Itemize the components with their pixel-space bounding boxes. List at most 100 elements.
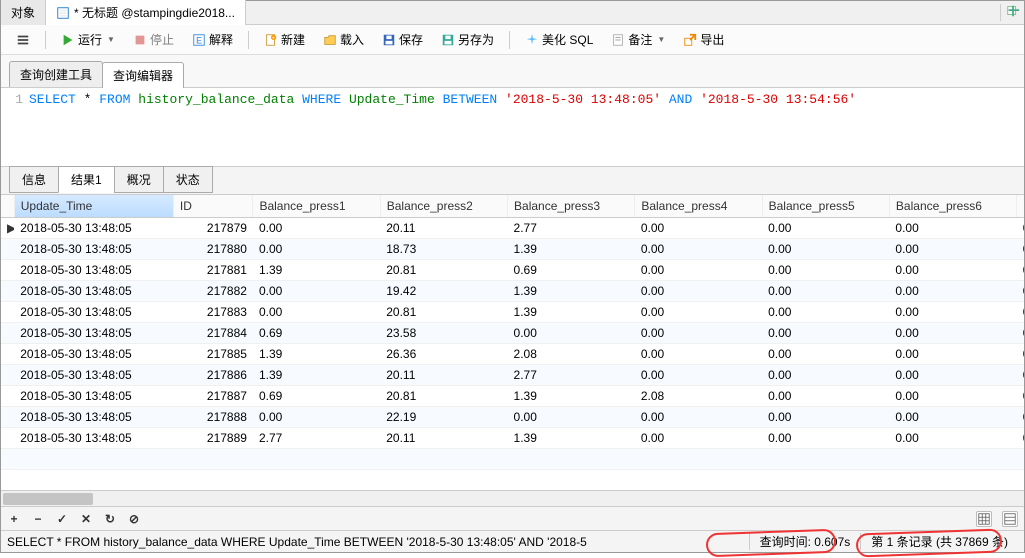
cell[interactable]: 217889 <box>173 428 253 449</box>
cell[interactable]: 2018-05-30 13:48:05 <box>14 218 173 239</box>
cell[interactable]: 0.69 <box>508 260 635 281</box>
cell[interactable]: 2018-05-30 13:48:05 <box>14 260 173 281</box>
subtab-builder[interactable]: 查询创建工具 <box>9 61 103 87</box>
cell[interactable]: 0.00 <box>762 407 889 428</box>
save-button[interactable]: 保存 <box>375 28 430 51</box>
cell[interactable]: 1.39 <box>508 239 635 260</box>
table-row[interactable]: 2018-05-30 13:48:052178861.3920.112.770.… <box>1 365 1024 386</box>
cell[interactable]: 217881 <box>173 260 253 281</box>
cell[interactable]: 1.39 <box>253 260 380 281</box>
cell[interactable]: 0.00 <box>1017 407 1024 428</box>
col-Balance_press6[interactable]: Balance_press6 <box>889 195 1016 218</box>
notes-button[interactable]: 备注 ▼ <box>604 28 672 51</box>
cell[interactable]: 20.81 <box>380 386 507 407</box>
cell[interactable]: 1.39 <box>508 428 635 449</box>
cell[interactable]: 0.00 <box>1017 344 1024 365</box>
cell[interactable]: 0.00 <box>1017 386 1024 407</box>
cell[interactable]: 2018-05-30 13:48:05 <box>14 344 173 365</box>
table-row[interactable]: 2018-05-30 13:48:052178811.3920.810.690.… <box>1 260 1024 281</box>
cell[interactable]: 22.19 <box>380 407 507 428</box>
cell[interactable]: 1.39 <box>253 365 380 386</box>
cell[interactable]: 0.00 <box>635 365 762 386</box>
cell[interactable]: 0.00 <box>253 239 380 260</box>
cell[interactable]: 20.11 <box>380 428 507 449</box>
cell[interactable]: 1.39 <box>253 344 380 365</box>
cell[interactable]: 217887 <box>173 386 253 407</box>
cell[interactable]: 217885 <box>173 344 253 365</box>
cell[interactable]: 0.00 <box>508 323 635 344</box>
beautify-button[interactable]: 美化 SQL <box>518 28 600 51</box>
cell[interactable]: 20.11 <box>380 365 507 386</box>
run-button[interactable]: 运行 ▼ <box>54 28 122 51</box>
cell[interactable]: 2018-05-30 13:48:05 <box>14 407 173 428</box>
cell[interactable]: 217886 <box>173 365 253 386</box>
table-row[interactable]: 2018-05-30 13:48:052178830.0020.811.390.… <box>1 302 1024 323</box>
cell[interactable]: 0.00 <box>635 260 762 281</box>
load-button[interactable]: 载入 <box>316 28 371 51</box>
cell[interactable]: 0.00 <box>762 386 889 407</box>
cell[interactable]: 0.00 <box>889 428 1016 449</box>
delete-row-button[interactable]: − <box>31 512 45 526</box>
cell[interactable]: 0.00 <box>1017 428 1024 449</box>
tab-objects[interactable]: 对象 <box>1 0 46 25</box>
table-row[interactable]: 2018-05-30 13:48:052178880.0022.190.000.… <box>1 407 1024 428</box>
cell[interactable]: 0.00 <box>762 323 889 344</box>
cell[interactable]: 2018-05-30 13:48:05 <box>14 365 173 386</box>
stop-load-button[interactable]: ⊘ <box>127 512 141 526</box>
cell[interactable]: 217880 <box>173 239 253 260</box>
cell[interactable]: 0.00 <box>1017 281 1024 302</box>
add-row-button[interactable]: + <box>7 512 21 526</box>
cell[interactable]: 26.36 <box>380 344 507 365</box>
cell[interactable]: 2018-05-30 13:48:05 <box>14 281 173 302</box>
table-row[interactable]: 2018-05-30 13:48:052178820.0019.421.390.… <box>1 281 1024 302</box>
horizontal-scrollbar[interactable] <box>1 490 1024 506</box>
cell[interactable]: 2.08 <box>635 386 762 407</box>
cell[interactable]: 0.00 <box>1017 323 1024 344</box>
cell[interactable]: 0.69 <box>253 386 380 407</box>
cell[interactable]: 18.73 <box>380 239 507 260</box>
cell[interactable]: 1.39 <box>508 281 635 302</box>
sql-editor[interactable]: 1 SELECT * FROM history_balance_data WHE… <box>1 88 1024 166</box>
cell[interactable]: 0.00 <box>635 239 762 260</box>
export-button[interactable]: 导出 <box>676 28 731 51</box>
rtab-status[interactable]: 状态 <box>163 166 213 193</box>
cell[interactable]: 0.00 <box>635 428 762 449</box>
cell[interactable]: 0.00 <box>762 365 889 386</box>
grid-view-icon[interactable] <box>976 511 992 527</box>
cell[interactable]: 0.00 <box>635 281 762 302</box>
apply-button[interactable]: ✓ <box>55 512 69 526</box>
menu-button[interactable] <box>9 30 37 50</box>
cell[interactable]: 0.00 <box>889 281 1016 302</box>
cell[interactable]: 19.42 <box>380 281 507 302</box>
col-Balance_press2[interactable]: Balance_press2 <box>380 195 507 218</box>
cell[interactable]: 0.00 <box>1017 218 1024 239</box>
cell[interactable]: 0.00 <box>762 344 889 365</box>
col-Balance[interactable]: Balance <box>1017 195 1024 218</box>
cell[interactable]: 0.00 <box>889 386 1016 407</box>
cell[interactable]: 0.00 <box>253 281 380 302</box>
saveas-button[interactable]: 另存为 <box>434 28 501 51</box>
cell[interactable]: 0.00 <box>762 239 889 260</box>
cell[interactable]: 2.77 <box>508 365 635 386</box>
cell[interactable]: 0.00 <box>635 344 762 365</box>
cell[interactable]: 2018-05-30 13:48:05 <box>14 302 173 323</box>
rtab-profile[interactable]: 概况 <box>114 166 164 193</box>
cell[interactable]: 0.00 <box>762 302 889 323</box>
table-row[interactable]: 2018-05-30 13:48:052178800.0018.731.390.… <box>1 239 1024 260</box>
scroll-thumb[interactable] <box>3 493 93 505</box>
cell[interactable]: 1.39 <box>508 302 635 323</box>
stop-button[interactable]: 停止 <box>126 28 181 51</box>
table-row[interactable]: 2018-05-30 13:48:052178840.6923.580.000.… <box>1 323 1024 344</box>
cell[interactable]: 2.77 <box>253 428 380 449</box>
cell[interactable]: 217883 <box>173 302 253 323</box>
cell[interactable]: 217888 <box>173 407 253 428</box>
cell[interactable]: 1.39 <box>508 386 635 407</box>
cell[interactable]: 0.00 <box>889 323 1016 344</box>
cell[interactable]: 0.00 <box>762 260 889 281</box>
cell[interactable]: 0.00 <box>1017 260 1024 281</box>
cell[interactable]: 0.00 <box>1017 239 1024 260</box>
cell[interactable]: 0.00 <box>253 218 380 239</box>
cell[interactable]: 2018-05-30 13:48:05 <box>14 386 173 407</box>
col-Update_Time[interactable]: Update_Time <box>14 195 173 218</box>
grid-scroll[interactable]: Update_TimeIDBalance_press1Balance_press… <box>1 195 1024 490</box>
